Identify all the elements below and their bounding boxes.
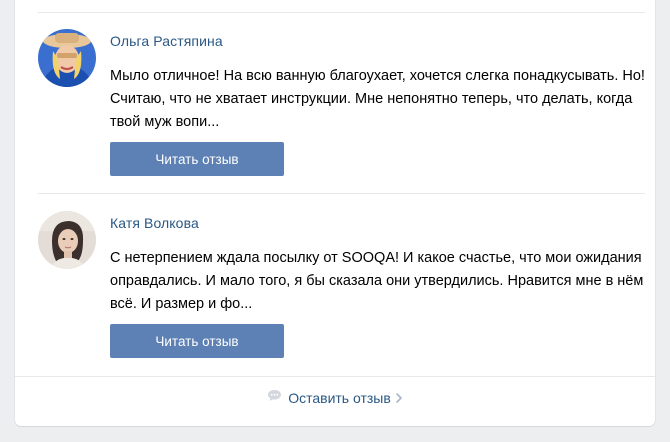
review-author[interactable]: Ольга Растяпина bbox=[110, 33, 223, 49]
read-review-button[interactable]: Читать отзыв bbox=[110, 324, 284, 358]
speech-bubble-icon bbox=[267, 389, 282, 405]
leave-review-link[interactable]: Оставить отзыв bbox=[15, 390, 655, 407]
divider bbox=[38, 193, 645, 194]
review-item: Ольга Растяпина Мыло отличное! На всю ва… bbox=[38, 29, 645, 179]
chevron-right-icon bbox=[395, 391, 403, 407]
avatar[interactable] bbox=[38, 211, 96, 269]
divider bbox=[38, 12, 645, 13]
review-text: Мыло отличное! На всю ванную благоухает,… bbox=[110, 68, 645, 130]
review-text: С нетерпением ждала посылку от SOOQA! И … bbox=[110, 250, 644, 312]
leave-review-label: Оставить отзыв bbox=[288, 390, 391, 406]
review-author[interactable]: Катя Волкова bbox=[110, 215, 199, 231]
avatar[interactable] bbox=[38, 29, 96, 87]
divider bbox=[15, 376, 655, 377]
reviews-card: Ольга Растяпина Мыло отличное! На всю ва… bbox=[15, 0, 655, 426]
review-item: Катя Волкова С нетерпением ждала посылку… bbox=[38, 211, 645, 361]
read-review-button[interactable]: Читать отзыв bbox=[110, 142, 284, 176]
